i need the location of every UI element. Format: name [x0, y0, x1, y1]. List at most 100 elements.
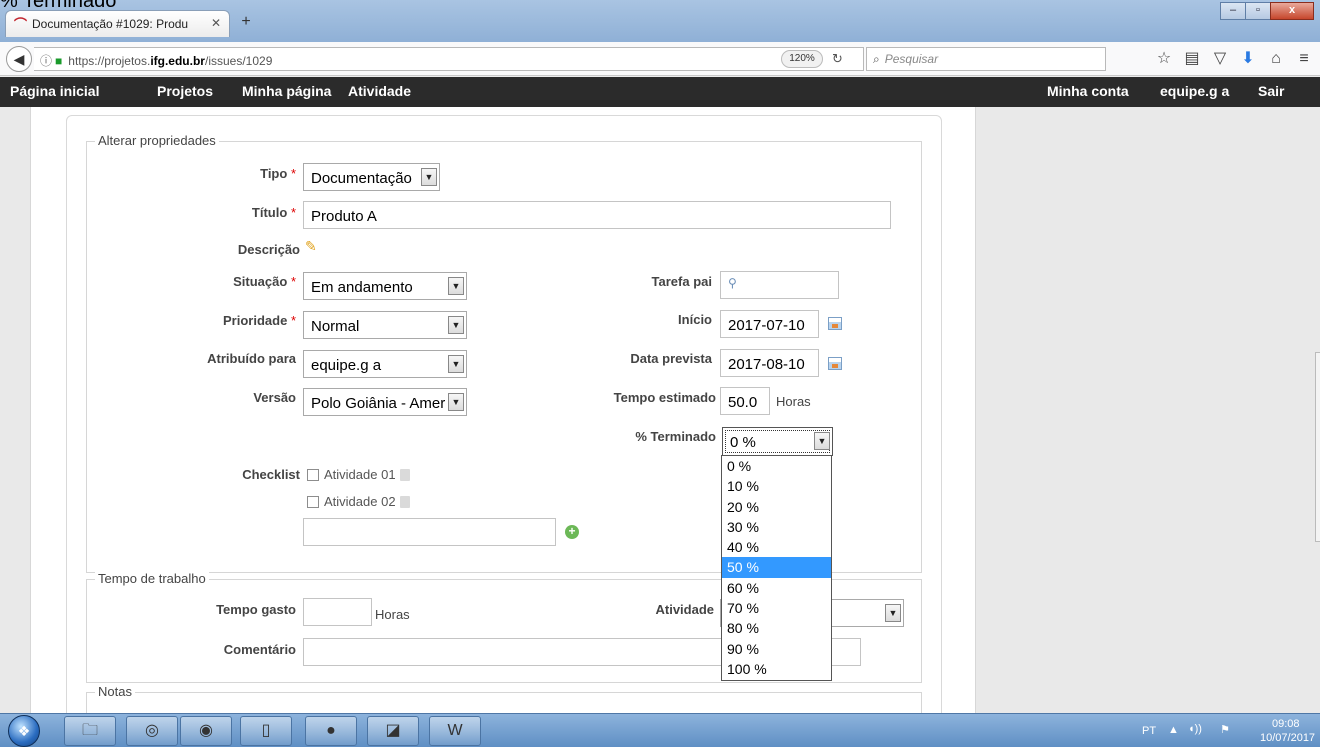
atribuido-select[interactable]: equipe.g a ▼: [303, 350, 467, 378]
tipo-label: Tipo *: [180, 166, 296, 181]
dropdown-option[interactable]: 80 %: [722, 618, 831, 638]
language-indicator[interactable]: PT: [1142, 725, 1156, 737]
prioridade-value: Normal: [311, 318, 360, 335]
trash-icon[interactable]: [399, 469, 410, 481]
windows-start-icon[interactable]: ❖: [8, 715, 40, 747]
required-mark: *: [290, 313, 296, 328]
inicio-label: Início: [678, 312, 712, 327]
calendar-icon[interactable]: [828, 357, 842, 370]
menu-projects-link[interactable]: Projetos: [157, 83, 213, 99]
home-icon[interactable]: ⌂: [1262, 50, 1290, 68]
chevron-down-icon: ▼: [448, 393, 464, 411]
tempo-estimado-input[interactable]: 50.0: [720, 387, 770, 415]
checkbox[interactable]: [307, 469, 319, 481]
menu-my-page-link[interactable]: Minha página: [242, 83, 331, 99]
maximize-icon[interactable]: ▫: [1245, 2, 1271, 20]
versao-label: Versão: [253, 390, 296, 405]
situacao-select[interactable]: Em andamento ▼: [303, 272, 467, 300]
dropdown-option[interactable]: 30 %: [722, 517, 831, 537]
terminado-select[interactable]: 0 % ▼: [722, 427, 833, 456]
checklist-item[interactable]: Atividade 01: [307, 467, 410, 482]
tab-close-icon[interactable]: ✕: [211, 16, 221, 30]
tray-expand-icon[interactable]: ▲: [1168, 724, 1179, 736]
menu-user-link[interactable]: equipe.g a: [1160, 83, 1229, 99]
clock-date[interactable]: 10/07/2017: [1260, 732, 1315, 744]
pencil-edit-icon[interactable]: ✎: [305, 238, 317, 255]
new-tab-button[interactable]: +: [236, 13, 256, 31]
pocket-icon[interactable]: ▽: [1206, 50, 1234, 68]
info-icon: ⓘ: [40, 54, 53, 68]
new-checklist-input[interactable]: [303, 518, 556, 546]
versao-select[interactable]: Polo Goiânia - Amer ▼: [303, 388, 467, 416]
dropdown-option[interactable]: 100 %: [722, 659, 831, 679]
calendar-icon[interactable]: [828, 317, 842, 330]
action-center-flag-icon[interactable]: ⚑: [1220, 723, 1230, 736]
back-arrow-icon[interactable]: ◀: [6, 46, 32, 72]
blank-document-icon[interactable]: ▯: [240, 716, 292, 746]
dropdown-option-highlighted[interactable]: 50 %: [722, 557, 831, 578]
menu-home-link[interactable]: Página inicial: [10, 83, 99, 99]
top-caption: % Terminado: [0, 0, 117, 12]
browser-toolbar-icons: ☆ ▤ ▽ ⬇ ⌂ ≡: [1150, 50, 1318, 68]
menu-my-account-link[interactable]: Minha conta: [1047, 83, 1129, 99]
tempo-estimado-unit: Horas: [776, 394, 811, 409]
volume-icon[interactable]: ◖)): [1188, 723, 1202, 735]
dropdown-option[interactable]: 60 %: [722, 578, 831, 598]
hamburger-menu-icon[interactable]: ≡: [1290, 50, 1318, 68]
required-mark: *: [290, 205, 296, 220]
dropdown-option[interactable]: 20 %: [722, 497, 831, 517]
scrollbar-edge[interactable]: [1315, 352, 1320, 542]
bookmark-star-icon[interactable]: ☆: [1150, 50, 1178, 68]
reading-list-icon[interactable]: ▤: [1178, 50, 1206, 68]
system-tray: PT ▲ ◖)) ⚑ 09:08 10/07/2017: [1130, 714, 1320, 747]
url-host: ifg.edu.br: [150, 54, 205, 68]
menu-logout-link[interactable]: Sair: [1258, 83, 1284, 99]
checklist-item-label: Atividade 01: [324, 467, 396, 482]
word-icon[interactable]: W: [429, 716, 481, 746]
downloads-icon[interactable]: ⬇: [1234, 50, 1262, 68]
tipo-select[interactable]: Documentação ▼: [303, 163, 440, 191]
dropdown-option[interactable]: 90 %: [722, 639, 831, 659]
safari-icon[interactable]: ◎: [126, 716, 178, 746]
chevron-down-icon: ▼: [448, 277, 464, 295]
notes-legend: Notas: [95, 684, 135, 699]
minimize-icon[interactable]: –: [1220, 2, 1246, 20]
inicio-input[interactable]: 2017-07-10: [720, 310, 819, 338]
checkbox[interactable]: [307, 496, 319, 508]
titulo-input[interactable]: Produto A: [303, 201, 891, 229]
chevron-down-icon: ▼: [448, 316, 464, 334]
add-plus-icon[interactable]: +: [565, 525, 579, 539]
clock-time[interactable]: 09:08: [1272, 718, 1300, 730]
data-prevista-input[interactable]: 2017-08-10: [720, 349, 819, 377]
browser-search-input[interactable]: ⌕ Pesquisar: [866, 47, 1106, 71]
site-top-menu: Página inicial Projetos Minha página Ati…: [0, 77, 1320, 107]
firefox-icon[interactable]: ●: [305, 716, 357, 746]
dropdown-option[interactable]: 40 %: [722, 537, 831, 557]
notes-app-icon[interactable]: ◪: [367, 716, 419, 746]
page-content: Alterar propriedades Tipo * Documentação…: [0, 107, 1320, 713]
prioridade-label: Prioridade *: [180, 313, 296, 328]
zoom-level-badge[interactable]: 120%: [781, 50, 823, 68]
situacao-label-text: Situação: [233, 274, 288, 289]
prioridade-select[interactable]: Normal ▼: [303, 311, 467, 339]
reload-icon[interactable]: ↻: [832, 51, 843, 67]
dropdown-option[interactable]: 10 %: [722, 476, 831, 496]
menu-activity-link[interactable]: Atividade: [348, 83, 411, 99]
window-close-icon[interactable]: x: [1270, 2, 1314, 20]
tempo-gasto-input[interactable]: [303, 598, 372, 626]
tarefa-pai-input[interactable]: ⚲: [720, 271, 839, 299]
tab-title: Documentação #1029: Produ: [32, 17, 189, 31]
dropdown-option[interactable]: 0 %: [722, 456, 831, 476]
address-bar[interactable]: ⓘ ■ https://projetos.ifg.edu.br/issues/102…: [34, 47, 864, 71]
checklist-label: Checklist: [242, 467, 300, 482]
file-explorer-icon[interactable]: 🗀: [64, 716, 116, 746]
browser-tab-active[interactable]: ⌒ Documentação #1029: Produ ✕: [5, 10, 230, 37]
dropdown-option[interactable]: 70 %: [722, 598, 831, 618]
titulo-label-text: Título: [251, 205, 288, 220]
chevron-down-icon: ▼: [885, 604, 901, 622]
atribuido-value: equipe.g a: [311, 357, 382, 374]
checklist-item[interactable]: Atividade 02: [307, 494, 410, 509]
trash-icon[interactable]: [399, 496, 410, 508]
tipo-value: Documentação: [311, 170, 412, 187]
chrome-icon[interactable]: ◉: [180, 716, 232, 746]
